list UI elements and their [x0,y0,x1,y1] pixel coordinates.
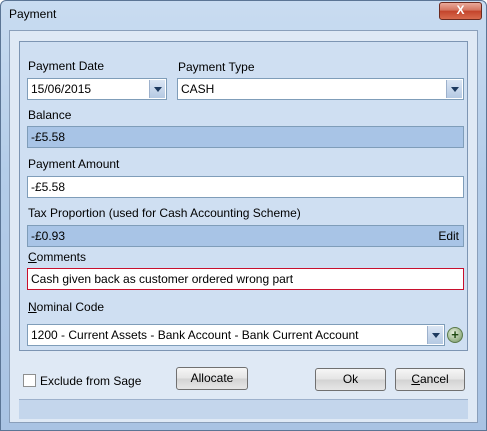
cancel-label-rest: ancel [419,372,449,386]
nominal-code-dropdown-button[interactable] [427,326,443,344]
balance-value: -£5.58 [31,130,66,144]
comments-label-rest: omments [36,250,87,264]
balance-label: Balance [28,108,72,122]
dialog-body: Payment Date 15/06/2015 Payment Type CAS… [9,30,478,423]
payment-type-dropdown[interactable]: CASH [177,78,464,100]
payment-details-panel: Payment Date 15/06/2015 Payment Type CAS… [19,41,468,351]
chevron-down-icon [451,87,459,92]
close-button[interactable]: X [439,2,482,20]
status-strip [19,399,468,419]
tax-proportion-field: -£0.93 Edit [27,225,464,247]
payment-amount-label: Payment Amount [28,157,120,171]
nominal-code-label: Nominal Code [28,300,104,314]
nominal-code-label-accel: N [28,300,37,314]
comments-input[interactable]: Cash given back as customer ordered wron… [27,268,464,290]
tax-edit-button[interactable]: Edit [438,229,459,243]
title-bar[interactable]: Payment X [1,1,486,29]
cancel-button[interactable]: Cancel [395,368,465,391]
payment-date-dropdown[interactable]: 15/06/2015 [27,78,167,100]
payment-type-dropdown-button[interactable] [446,80,462,98]
comments-label-accel: C [28,250,37,264]
nominal-code-value: 1200 - Current Assets - Bank Account - B… [31,328,359,342]
ok-button[interactable]: Ok [315,368,386,391]
ok-label: Ok [342,372,359,386]
nominal-code-label-rest: ominal Code [36,300,105,314]
payment-date-dropdown-button[interactable] [149,80,165,98]
payment-amount-input[interactable]: -£5.58 [27,176,464,198]
balance-field: -£5.58 [27,126,464,148]
allocate-label: Allocate [190,371,234,385]
chevron-down-icon [154,87,162,92]
window-title: Payment [9,7,57,21]
payment-date-label: Payment Date [28,59,105,73]
cancel-label-accel: C [411,372,420,386]
payment-type-label: Payment Type [178,60,255,74]
close-icon: X [456,3,465,17]
tax-proportion-label: Tax Proportion (used for Cash Accounting… [28,206,301,220]
exclude-from-sage-label: Exclude from Sage [40,374,142,388]
payment-amount-value: -£5.58 [31,180,66,194]
cancel-label: Cancel [411,372,448,386]
chevron-down-icon [432,333,440,338]
allocate-button[interactable]: Allocate [176,367,248,390]
payment-date-value: 15/06/2015 [31,82,92,96]
plus-icon: + [451,327,459,342]
payment-dialog: Payment X Payment Date 15/06/2015 Paymen… [0,0,487,431]
comments-value: Cash given back as customer ordered wron… [31,272,294,286]
comments-label: Comments [28,250,86,264]
nominal-code-dropdown[interactable]: 1200 - Current Assets - Bank Account - B… [27,324,445,346]
payment-type-value: CASH [181,82,215,96]
tax-proportion-value: -£0.93 [31,229,66,243]
add-nominal-code-button[interactable]: + [447,327,463,343]
exclude-from-sage-checkbox[interactable] [23,374,36,387]
